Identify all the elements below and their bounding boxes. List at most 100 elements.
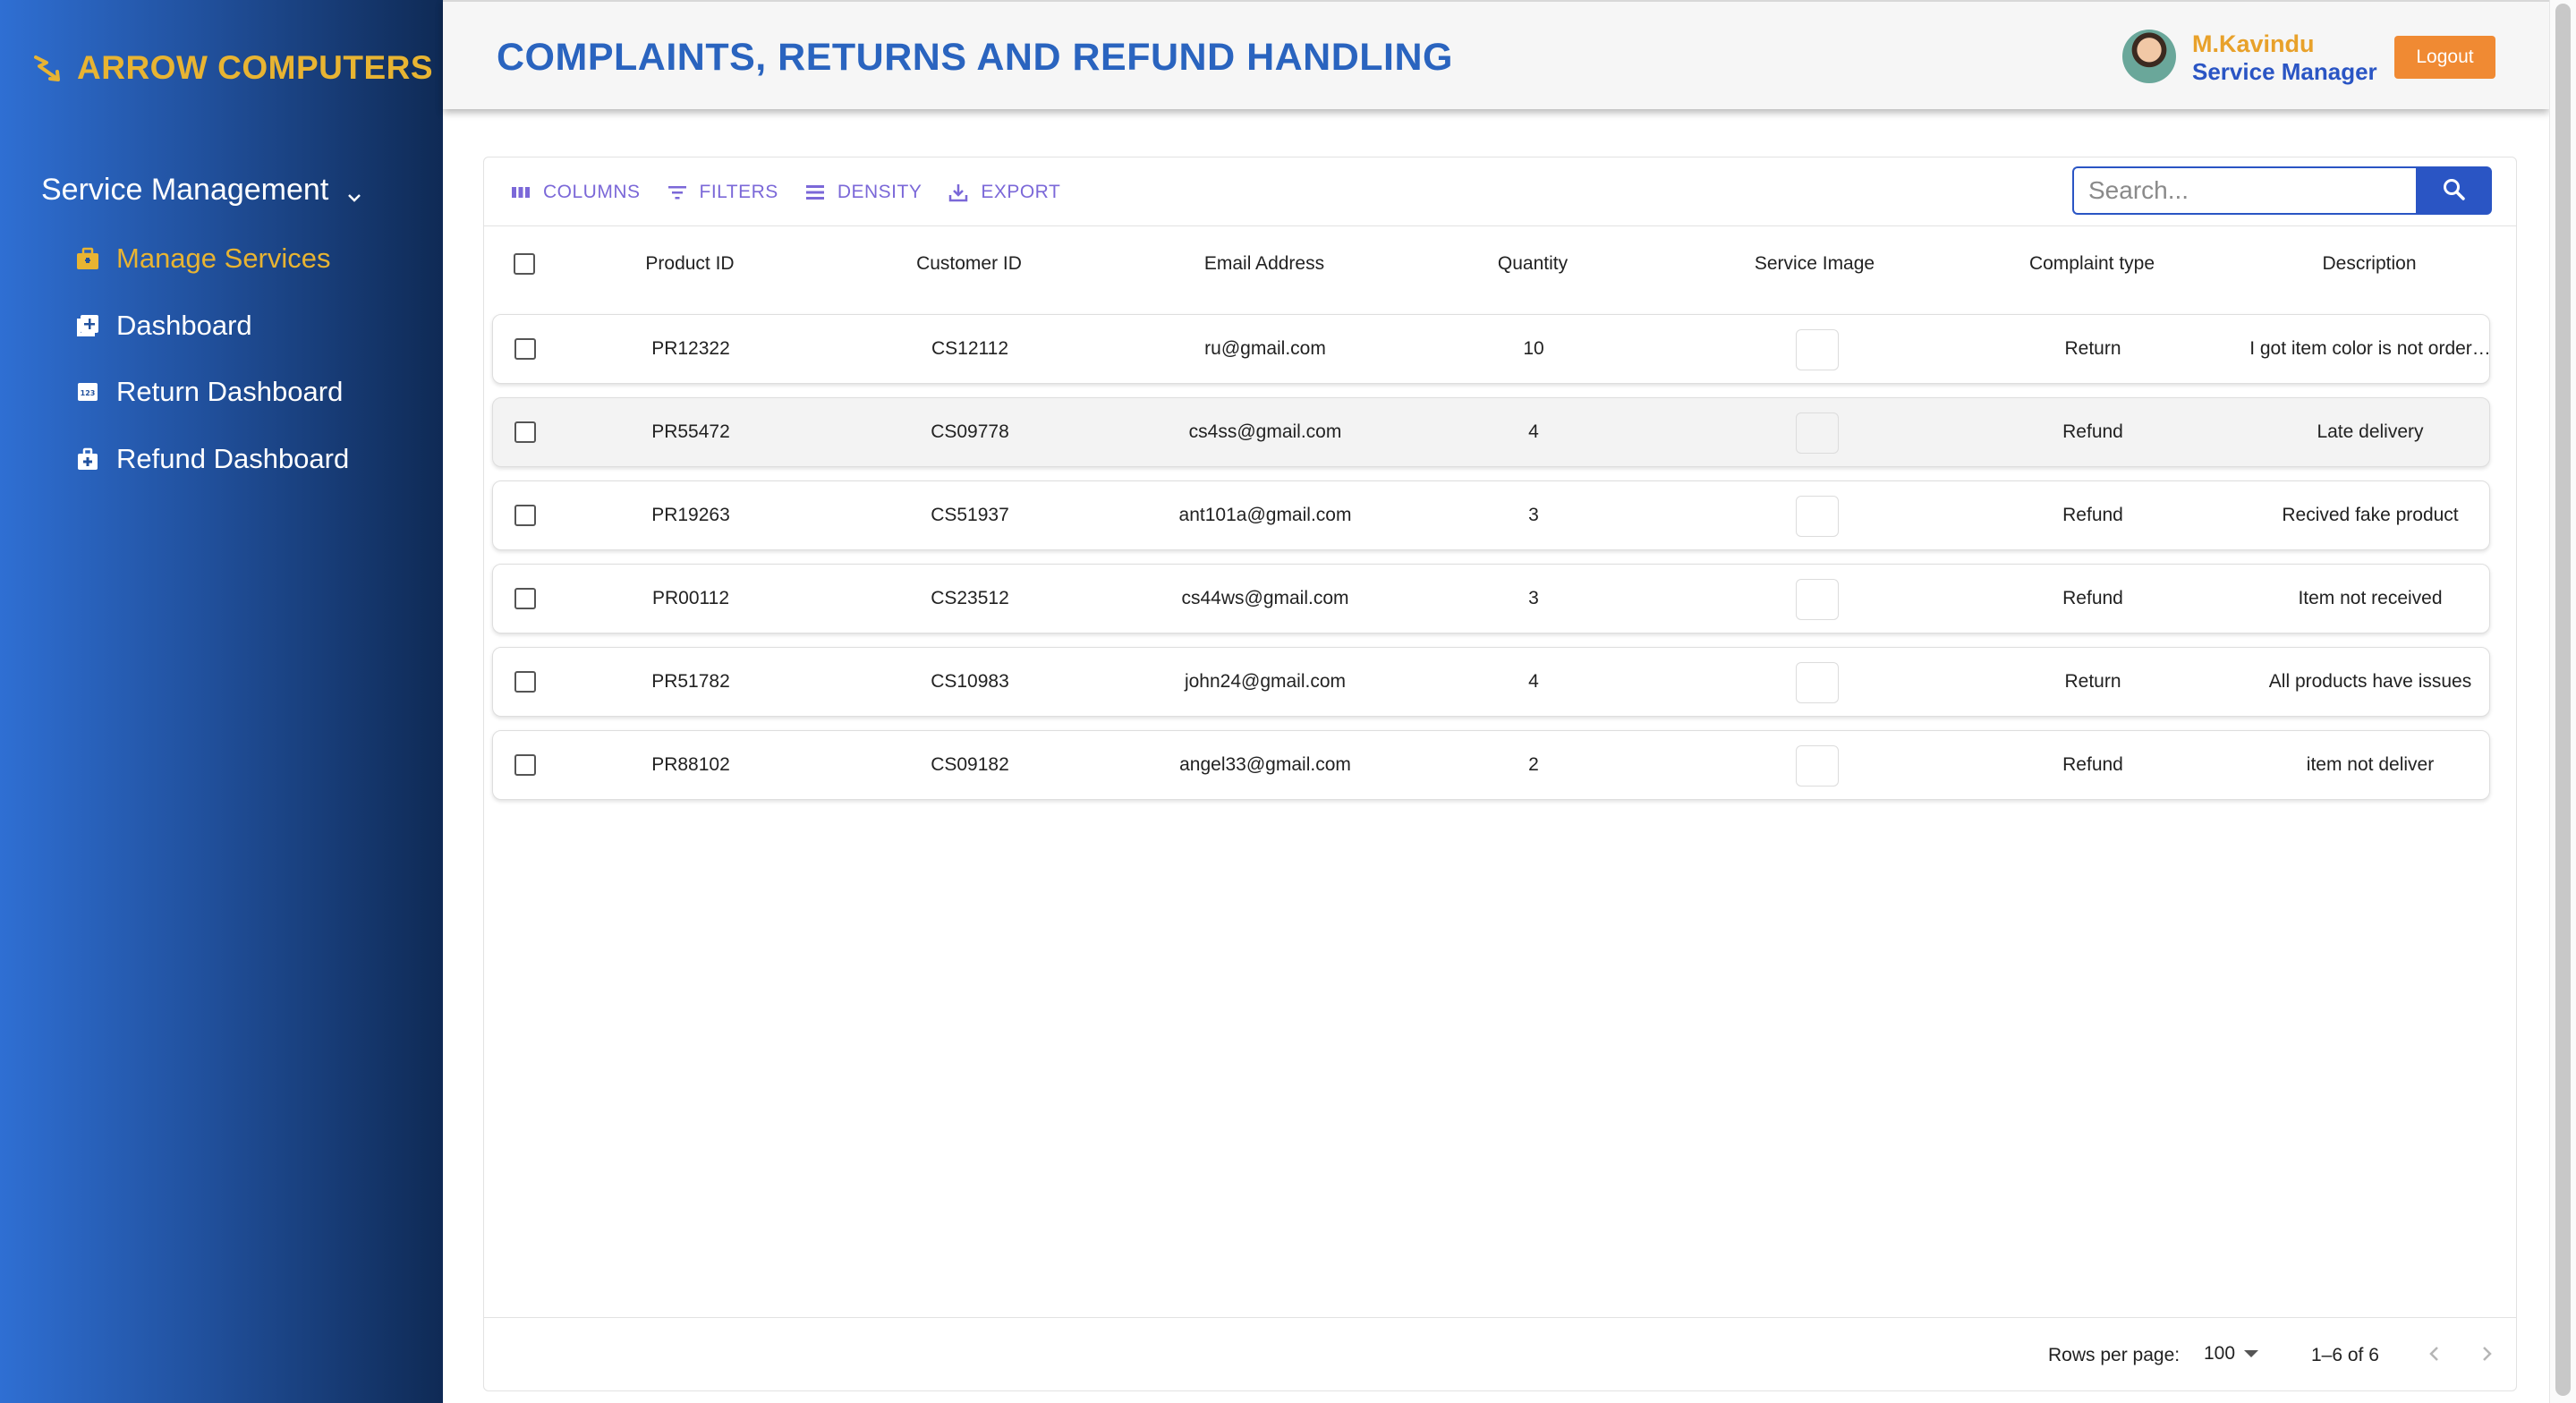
page-title: COMPLAINTS, RETURNS AND REFUND HANDLING	[497, 36, 1453, 79]
service-image-thumbnail[interactable]	[1796, 662, 1839, 703]
avatar[interactable]	[2122, 30, 2176, 83]
row-checkbox[interactable]	[514, 421, 536, 443]
row-checkbox[interactable]	[514, 338, 536, 360]
cell-email: cs44ws@gmail.com	[1181, 588, 1349, 608]
density-label: DENSITY	[837, 182, 922, 202]
row-checkbox[interactable]	[514, 754, 536, 776]
filter-icon	[667, 186, 686, 200]
table-row[interactable]: PR88102 CS09182 angel33@gmail.com 2 Refu…	[492, 730, 2490, 800]
sidebar-group-label: Service Management	[41, 173, 329, 207]
cell-product-id: PR88102	[651, 754, 730, 775]
user-role: Service Manager	[2192, 58, 2377, 85]
search-icon	[2443, 178, 2465, 200]
pagination-range: 1–6 of 6	[2311, 1345, 2379, 1365]
column-header-complaint-type[interactable]: Complaint type	[1971, 253, 2213, 275]
cell-description: Late delivery	[2317, 421, 2424, 442]
chevron-right-icon	[2483, 1347, 2492, 1361]
row-checkbox[interactable]	[514, 671, 536, 693]
sidebar-item-dashboard[interactable]: Dashboard	[75, 310, 252, 342]
service-image-thumbnail[interactable]	[1796, 496, 1839, 537]
grid-footer: Rows per page: 100 1–6 of 6	[484, 1317, 2516, 1392]
svg-text:123: 123	[81, 389, 96, 397]
service-image-thumbnail[interactable]	[1796, 412, 1839, 454]
sidebar-item-return-dashboard[interactable]: 123 Return Dashboard	[75, 376, 343, 408]
sidebar-item-label: Return Dashboard	[116, 376, 344, 407]
export-icon	[949, 184, 968, 202]
table-row[interactable]: PR19263 CS51937 ant101a@gmail.com 3 Refu…	[492, 480, 2490, 550]
sidebar-item-manage-services[interactable]: Manage Services	[75, 242, 331, 275]
columns-button[interactable]: COLUMNS	[509, 181, 641, 204]
service-image-thumbnail[interactable]	[1796, 745, 1839, 787]
brand[interactable]: ARROW COMPUTERS	[30, 48, 433, 88]
briefcase-icon	[75, 246, 100, 271]
cell-email: angel33@gmail.com	[1179, 754, 1351, 775]
column-header-product-id[interactable]: Product ID	[591, 253, 788, 275]
sidebar-item-label: Refund Dashboard	[116, 443, 350, 474]
cell-product-id: PR19263	[651, 505, 730, 525]
table-row[interactable]: PR00112 CS23512 cs44ws@gmail.com 3 Refun…	[492, 564, 2490, 633]
previous-page-button[interactable]	[2419, 1338, 2451, 1370]
cell-quantity: 2	[1528, 754, 1539, 775]
rows-per-page-value: 100	[2204, 1343, 2236, 1364]
table-header: Product ID Customer ID Email Address Qua…	[484, 225, 2516, 301]
column-header-service-image[interactable]: Service Image	[1694, 253, 1935, 275]
cell-email: john24@gmail.com	[1184, 671, 1347, 692]
table-row[interactable]: PR51782 CS10983 john24@gmail.com 4 Retur…	[492, 647, 2490, 717]
cell-customer-id: CS09182	[931, 754, 1009, 775]
cell-email: cs4ss@gmail.com	[1188, 421, 1342, 442]
cell-customer-id: CS12112	[931, 338, 1008, 359]
table-row[interactable]: PR55472 CS09778 cs4ss@gmail.com 4 Refund…	[492, 397, 2490, 467]
select-all-checkbox[interactable]	[514, 253, 535, 275]
cell-customer-id: CS51937	[931, 505, 1009, 525]
sidebar: ARROW COMPUTERS Service Management Manag…	[0, 0, 443, 1403]
service-image-thumbnail[interactable]	[1796, 329, 1839, 370]
cell-quantity: 3	[1528, 505, 1539, 525]
export-button[interactable]: EXPORT	[947, 181, 1060, 204]
sidebar-group-service-management[interactable]: Service Management	[41, 173, 364, 208]
cell-customer-id: CS09778	[931, 421, 1009, 442]
cell-email: ru@gmail.com	[1204, 338, 1326, 359]
cell-email: ant101a@gmail.com	[1178, 505, 1352, 525]
cell-complaint-type: Return	[2064, 671, 2121, 692]
cell-product-id: PR55472	[651, 421, 730, 442]
row-checkbox[interactable]	[514, 588, 536, 609]
density-icon	[805, 185, 824, 200]
cell-complaint-type: Refund	[2062, 421, 2123, 442]
column-header-customer-id[interactable]: Customer ID	[871, 253, 1067, 275]
cell-product-id: PR12322	[651, 338, 730, 359]
chevron-left-icon	[2429, 1347, 2438, 1361]
search-button[interactable]	[2416, 166, 2492, 215]
column-header-description[interactable]: Description	[2249, 253, 2490, 275]
sidebar-item-label: Dashboard	[116, 310, 252, 341]
cell-complaint-type: Refund	[2062, 588, 2123, 608]
rows-per-page-select[interactable]: 100	[2204, 1343, 2259, 1365]
cell-description: I got item color is not order…	[2249, 338, 2491, 359]
export-label: EXPORT	[981, 182, 1061, 202]
sidebar-item-refund-dashboard[interactable]: Refund Dashboard	[75, 443, 349, 475]
cell-complaint-type: Return	[2064, 338, 2121, 359]
cell-description: Item not received	[2298, 588, 2443, 608]
table-row[interactable]: PR12322 CS12112 ru@gmail.com 10 Return I…	[492, 314, 2491, 384]
cell-description: item not deliver	[2306, 754, 2435, 775]
numbers-box-icon: 123	[75, 379, 100, 404]
columns-label: COLUMNS	[543, 182, 641, 202]
page-scrollbar[interactable]	[2549, 0, 2576, 1403]
service-image-thumbnail[interactable]	[1796, 579, 1839, 620]
scrollbar-thumb[interactable]	[2555, 4, 2571, 1396]
search-input[interactable]	[2072, 166, 2416, 215]
chevron-down-icon	[344, 181, 364, 202]
rows-per-page-label: Rows per page:	[2048, 1345, 2181, 1365]
cell-product-id: PR00112	[651, 588, 729, 608]
filters-button[interactable]: FILTERS	[666, 181, 778, 204]
filters-label: FILTERS	[699, 182, 778, 202]
cell-quantity: 3	[1528, 588, 1539, 608]
cell-complaint-type: Refund	[2062, 505, 2123, 525]
row-checkbox[interactable]	[514, 505, 536, 526]
next-page-button[interactable]	[2470, 1338, 2503, 1370]
sidebar-item-label: Manage Services	[116, 242, 331, 274]
column-header-email[interactable]: Email Address	[1130, 253, 1399, 275]
column-header-quantity[interactable]: Quantity	[1434, 253, 1631, 275]
logout-button[interactable]: Logout	[2394, 36, 2495, 79]
density-button[interactable]: DENSITY	[803, 181, 922, 204]
cell-customer-id: CS10983	[931, 671, 1009, 692]
